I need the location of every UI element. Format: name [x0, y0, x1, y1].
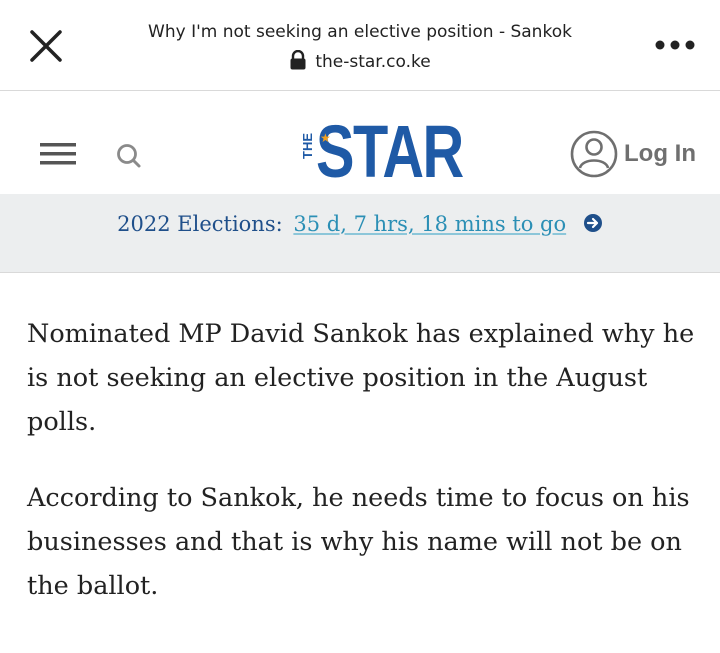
logo-prefix: THE	[300, 133, 315, 159]
countdown-link[interactable]: 35 d, 7 hrs, 18 mins to go	[293, 212, 566, 236]
login-label: Log In	[624, 140, 696, 167]
logo-star-icon: ★	[320, 131, 331, 145]
article-paragraph: According to Sankok, he needs time to fo…	[27, 483, 690, 601]
site-logo[interactable]: THE STAR ★	[296, 115, 464, 191]
close-icon[interactable]	[24, 24, 68, 68]
user-avatar-icon	[570, 130, 618, 178]
login-button[interactable]: Log In	[570, 129, 696, 179]
search-icon[interactable]	[114, 141, 144, 171]
banner-lead: 2022 Elections:	[117, 212, 283, 236]
site-header: THE STAR ★ Log In	[0, 91, 720, 194]
url-text: the-star.co.ke	[315, 52, 431, 72]
arrow-circle-right-icon[interactable]	[583, 213, 603, 238]
article-paragraph: Nominated MP David Sankok has explained …	[27, 319, 695, 437]
elections-banner: 2022 Elections: 35 d, 7 hrs, 18 mins to …	[0, 194, 720, 273]
clipped-text-remnant	[56, 270, 70, 276]
article-body: Nominated MP David Sankok has explained …	[27, 312, 699, 640]
more-dots-icon[interactable]	[650, 30, 700, 60]
hamburger-menu-icon[interactable]	[40, 141, 78, 167]
url-display[interactable]: the-star.co.ke	[120, 49, 600, 75]
browser-top-bar: Why I'm not seeking an elective position…	[0, 0, 720, 91]
lock-icon	[289, 49, 307, 75]
logo-name: STAR	[316, 110, 464, 193]
page-title: Why I'm not seeking an elective position…	[148, 22, 572, 42]
